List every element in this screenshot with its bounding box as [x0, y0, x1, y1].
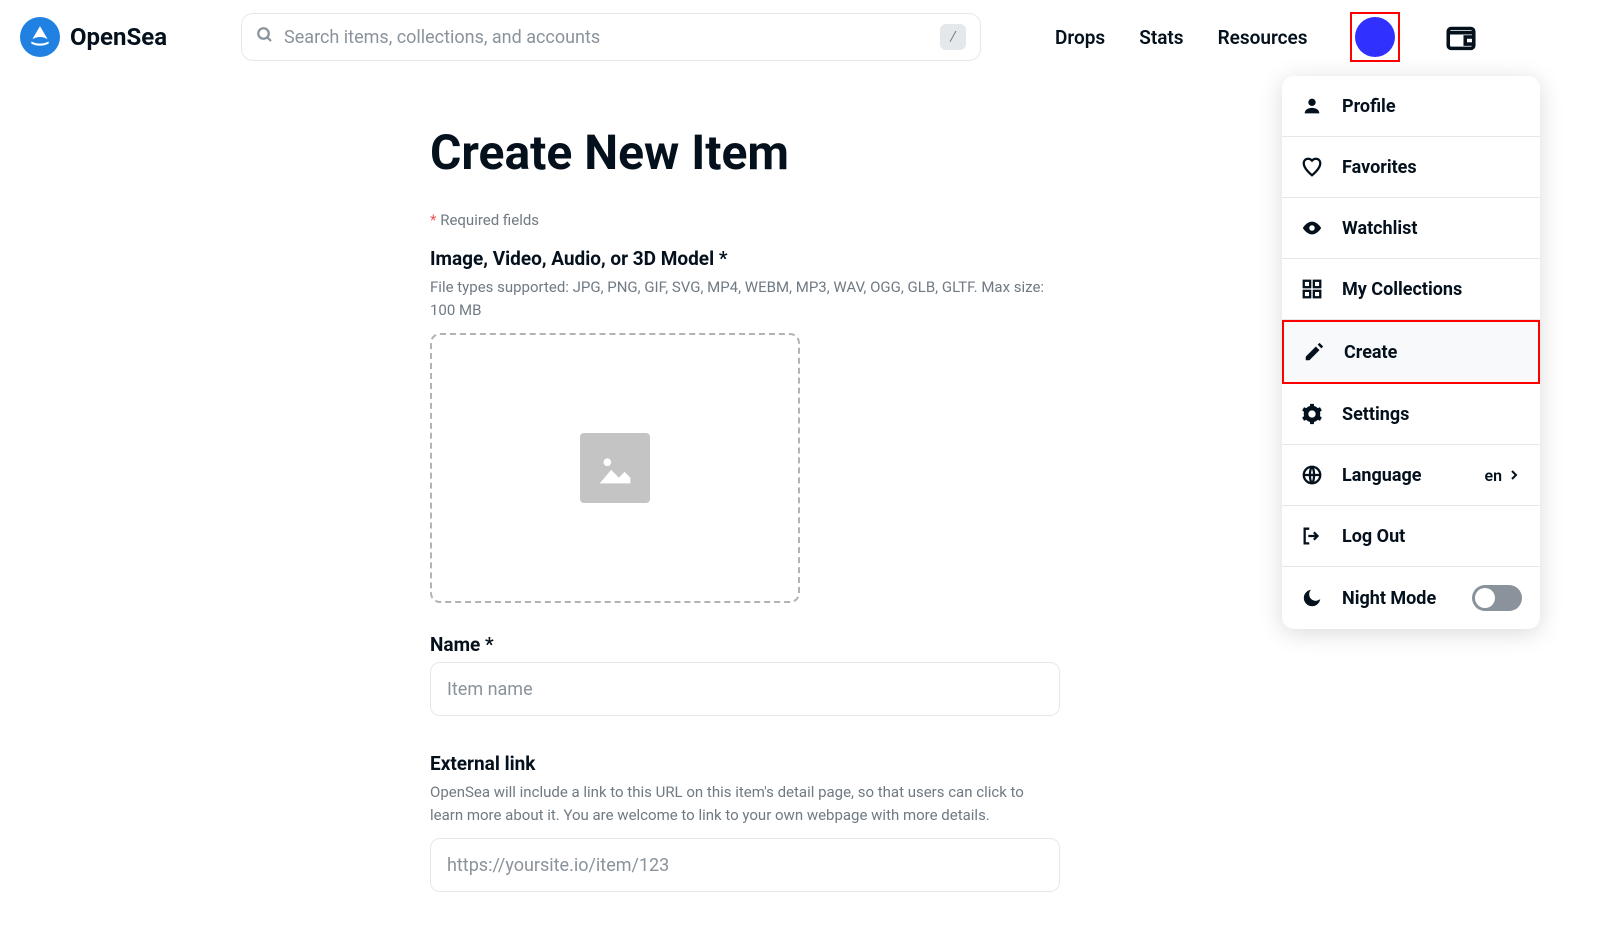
header: OpenSea / Drops Stats Resources — [0, 0, 1600, 74]
media-field: Image, Video, Audio, or 3D Model * File … — [430, 247, 1060, 603]
dropdown-label: Language — [1342, 465, 1466, 486]
dropdown-logout[interactable]: Log Out — [1282, 506, 1540, 567]
media-label: Image, Video, Audio, or 3D Model * — [430, 247, 1060, 270]
dropdown-label: Watchlist — [1342, 218, 1522, 239]
chevron-right-icon — [1506, 467, 1522, 483]
search-bar[interactable]: / — [241, 13, 981, 61]
image-placeholder-icon — [580, 433, 650, 503]
external-link-field: External link OpenSea will include a lin… — [430, 752, 1060, 920]
search-shortcut-badge: / — [940, 24, 966, 50]
main-content: Create New Item * Required fields Image,… — [430, 74, 1060, 920]
external-link-input[interactable] — [430, 838, 1060, 892]
nav-drops[interactable]: Drops — [1055, 26, 1105, 49]
logo[interactable]: OpenSea — [20, 17, 167, 57]
moon-icon — [1300, 586, 1324, 610]
dropdown-settings[interactable]: Settings — [1282, 384, 1540, 445]
language-value-wrap: en — [1484, 466, 1522, 485]
external-help: OpenSea will include a link to this URL … — [430, 781, 1060, 826]
dropdown-language[interactable]: Language en — [1282, 445, 1540, 506]
avatar-highlight — [1350, 12, 1400, 62]
nav-stats[interactable]: Stats — [1139, 26, 1183, 49]
profile-dropdown: Profile Favorites Watchlist My Collectio… — [1282, 76, 1540, 629]
dropdown-collections[interactable]: My Collections — [1282, 259, 1540, 320]
dropdown-favorites[interactable]: Favorites — [1282, 137, 1540, 198]
dropdown-label: Settings — [1342, 404, 1522, 425]
upload-zone[interactable] — [430, 333, 800, 603]
search-input[interactable] — [284, 27, 930, 48]
dropdown-label: Create — [1344, 342, 1520, 363]
name-field: Name * — [430, 633, 1060, 744]
external-label: External link — [430, 752, 1060, 775]
heart-icon — [1300, 155, 1324, 179]
dropdown-profile[interactable]: Profile — [1282, 76, 1540, 137]
brand-name: OpenSea — [70, 23, 167, 51]
profile-avatar[interactable] — [1355, 17, 1395, 57]
dropdown-nightmode[interactable]: Night Mode — [1282, 567, 1540, 629]
logo-icon — [20, 17, 60, 57]
required-note: * Required fields — [430, 211, 1060, 229]
person-icon — [1300, 94, 1324, 118]
media-help: File types supported: JPG, PNG, GIF, SVG… — [430, 276, 1060, 321]
wallet-icon[interactable] — [1444, 20, 1478, 54]
name-input[interactable] — [430, 662, 1060, 716]
dropdown-label: My Collections — [1342, 279, 1522, 300]
gear-icon — [1300, 402, 1324, 426]
dropdown-label: Night Mode — [1342, 588, 1454, 609]
nav-links: Drops Stats Resources — [1055, 26, 1308, 49]
dropdown-create[interactable]: Create — [1282, 320, 1540, 384]
eye-icon — [1300, 216, 1324, 240]
grid-icon — [1300, 277, 1324, 301]
dropdown-label: Favorites — [1342, 157, 1522, 178]
dropdown-watchlist[interactable]: Watchlist — [1282, 198, 1540, 259]
name-label: Name * — [430, 633, 1060, 656]
logout-icon — [1300, 524, 1324, 548]
language-value: en — [1484, 466, 1502, 485]
pencil-icon — [1302, 340, 1326, 364]
search-icon — [256, 26, 274, 49]
nightmode-toggle[interactable] — [1472, 585, 1522, 611]
globe-icon — [1300, 463, 1324, 487]
dropdown-label: Log Out — [1342, 526, 1522, 547]
dropdown-label: Profile — [1342, 96, 1522, 117]
nav-resources[interactable]: Resources — [1218, 26, 1308, 49]
page-title: Create New Item — [430, 124, 1060, 181]
